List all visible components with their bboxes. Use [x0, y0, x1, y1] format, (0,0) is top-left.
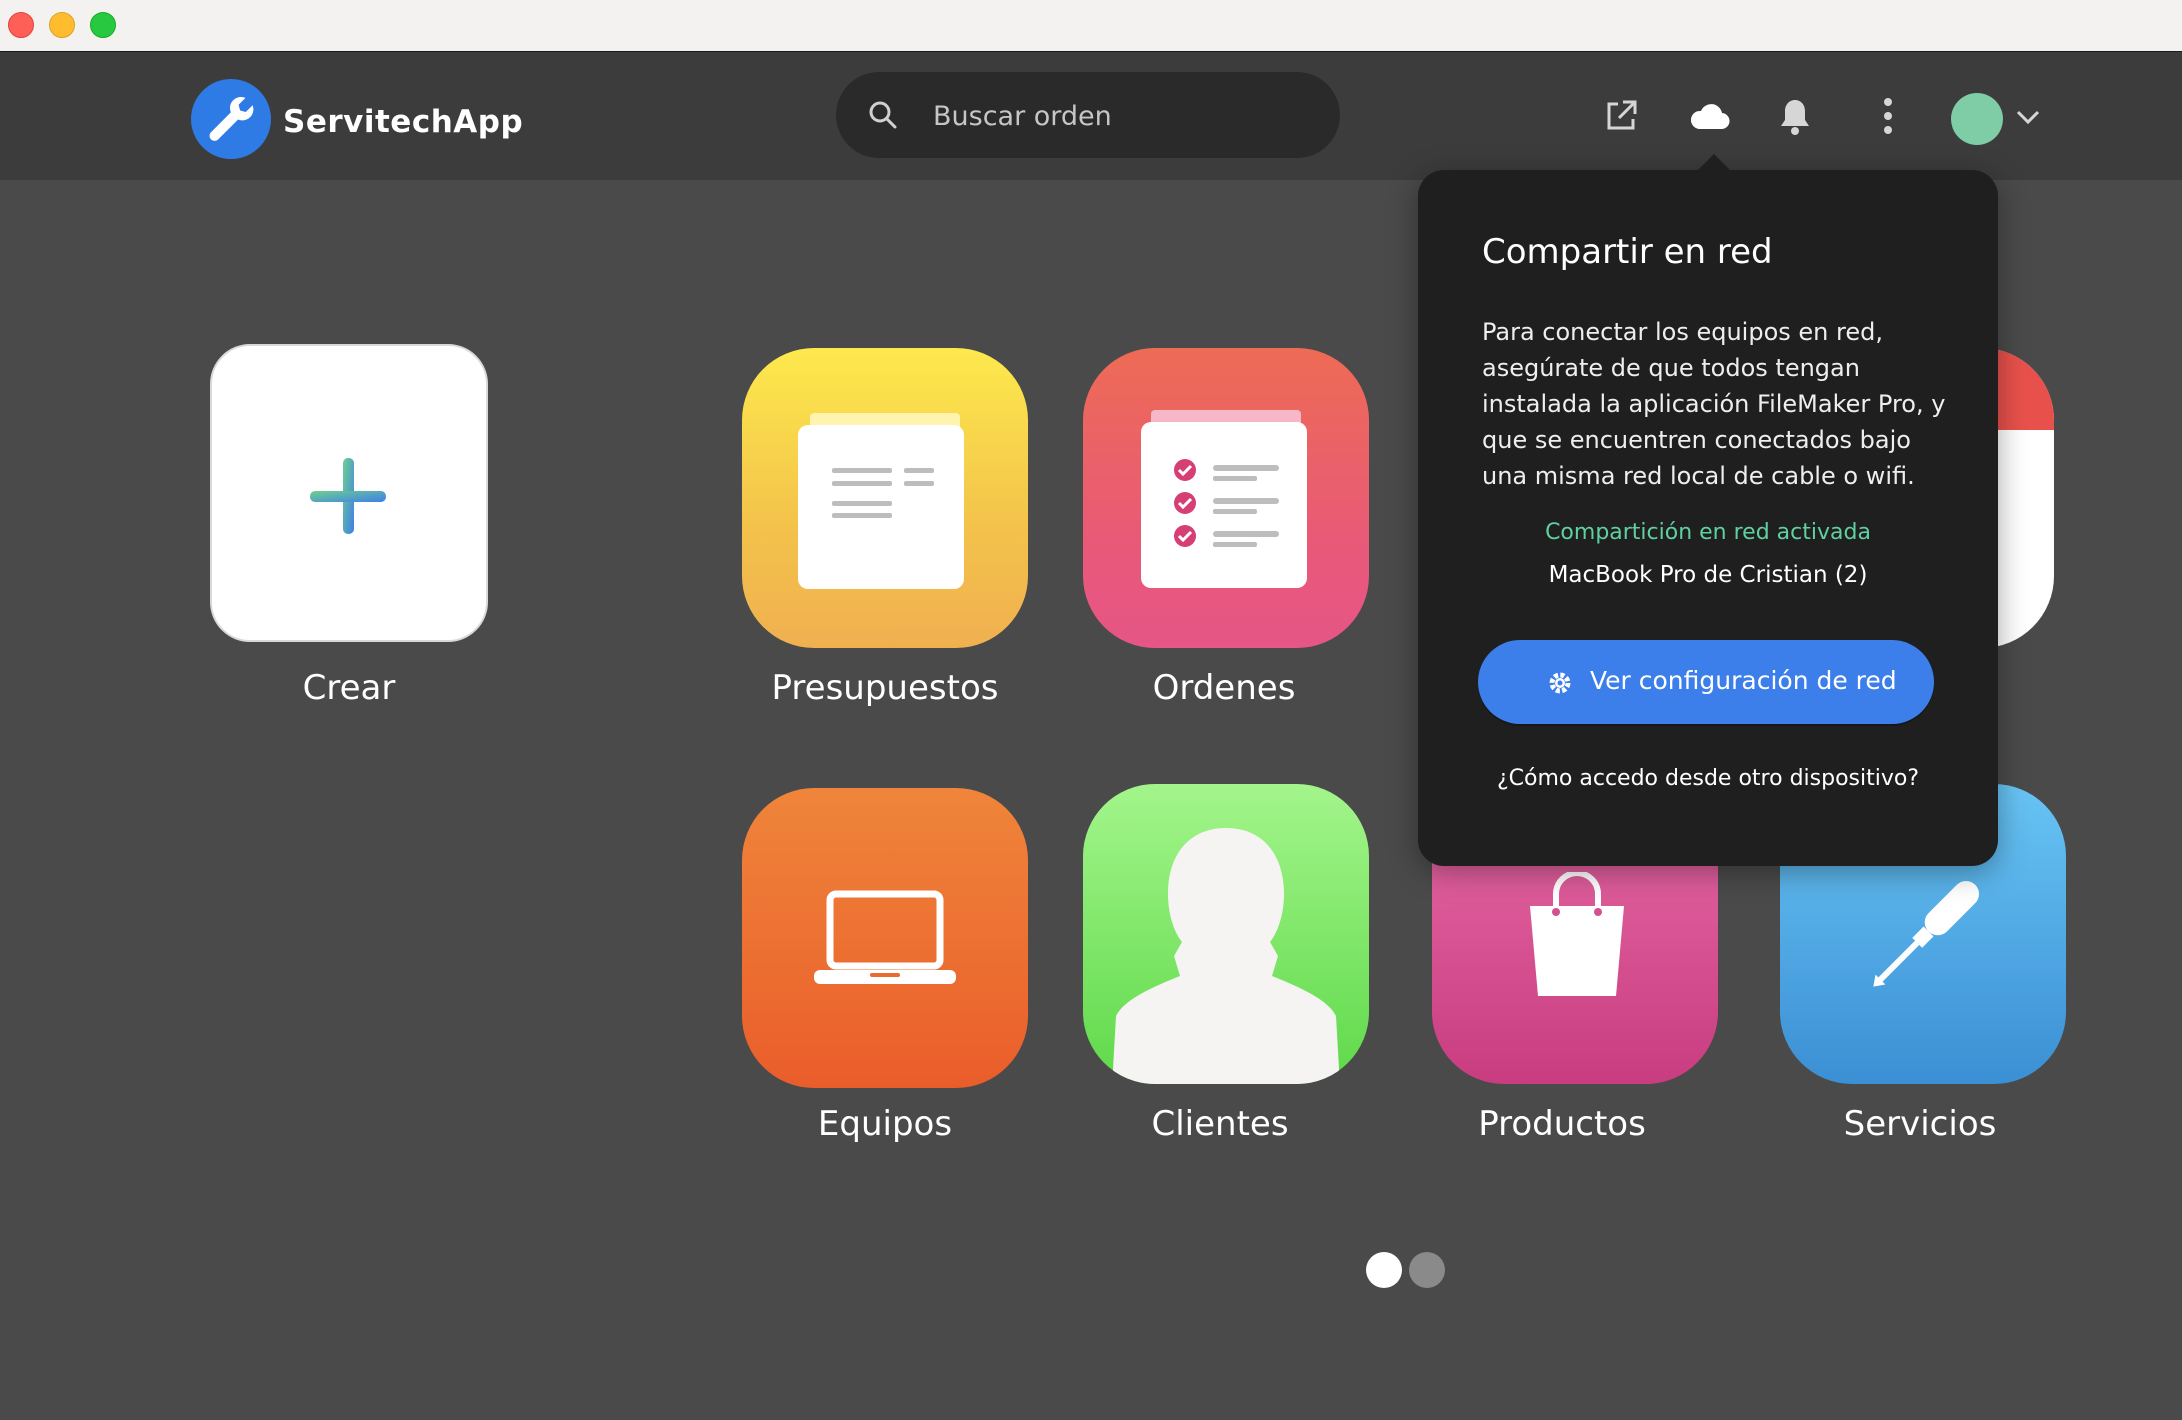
wrench-icon — [209, 97, 254, 141]
search-icon — [869, 101, 897, 129]
presupuestos-label: Presupuestos — [771, 668, 999, 708]
brand-name: ServitechApp — [283, 104, 524, 140]
presupuestos-tile[interactable] — [742, 348, 1028, 648]
popover-description: Para conectar los equipos en red, asegúr… — [1482, 318, 1946, 490]
window-titlebar — [0, 0, 2182, 52]
checklist-icon — [1141, 410, 1307, 588]
cloud-icon[interactable] — [1688, 102, 1730, 132]
zoom-window-button[interactable] — [90, 12, 116, 38]
person-silhouette-icon — [1113, 828, 1339, 1084]
close-window-button[interactable] — [8, 12, 34, 38]
ordenes-tile[interactable] — [1083, 348, 1369, 648]
gear-icon — [1549, 672, 1571, 694]
productos-label: Productos — [1478, 1104, 1646, 1144]
equipos-tile[interactable] — [742, 788, 1028, 1088]
device-name: MacBook Pro de Cristian (2) — [1548, 562, 1868, 588]
equipos-label: Equipos — [817, 1104, 953, 1144]
user-avatar[interactable] — [1951, 93, 2003, 145]
shopping-bag-icon — [1530, 872, 1624, 996]
popover-arrow — [1696, 154, 1732, 172]
network-settings-label: Ver configuración de red — [1590, 666, 1897, 695]
search-bar[interactable] — [836, 72, 1340, 160]
external-link-icon[interactable] — [1601, 96, 1641, 136]
servicios-label: Servicios — [1843, 1104, 1997, 1144]
network-status: Compartición en red activada — [1545, 520, 1871, 545]
document-icon — [798, 413, 964, 589]
ordenes-label: Ordenes — [1152, 668, 1296, 708]
bell-icon[interactable] — [1775, 96, 1815, 138]
chevron-down-icon[interactable] — [2015, 108, 2041, 126]
app-header: ServitechApp — [0, 52, 2182, 180]
screwdriver-icon — [1873, 880, 1980, 987]
more-vertical-icon[interactable] — [1876, 96, 1900, 136]
search-input[interactable] — [931, 72, 1325, 160]
create-tile[interactable] — [210, 344, 488, 642]
network-settings-button[interactable]: Ver configuración de red — [1478, 640, 1934, 724]
minimize-window-button[interactable] — [49, 12, 75, 38]
help-link[interactable]: ¿Cómo accedo desde otro dispositivo? — [1418, 766, 1998, 791]
clientes-label: Clientes — [1151, 1104, 1289, 1144]
app-logo[interactable] — [191, 79, 271, 159]
popover-title: Compartir en red — [1482, 232, 1773, 272]
plus-icon — [310, 458, 386, 534]
page-dot-1[interactable] — [1366, 1252, 1402, 1288]
network-share-popover: Compartir en red Para conectar los equip… — [1418, 154, 1998, 866]
page-dot-2[interactable] — [1409, 1252, 1445, 1288]
laptop-icon — [814, 890, 956, 984]
create-label: Crear — [302, 668, 396, 708]
clientes-tile[interactable] — [1083, 784, 1369, 1084]
